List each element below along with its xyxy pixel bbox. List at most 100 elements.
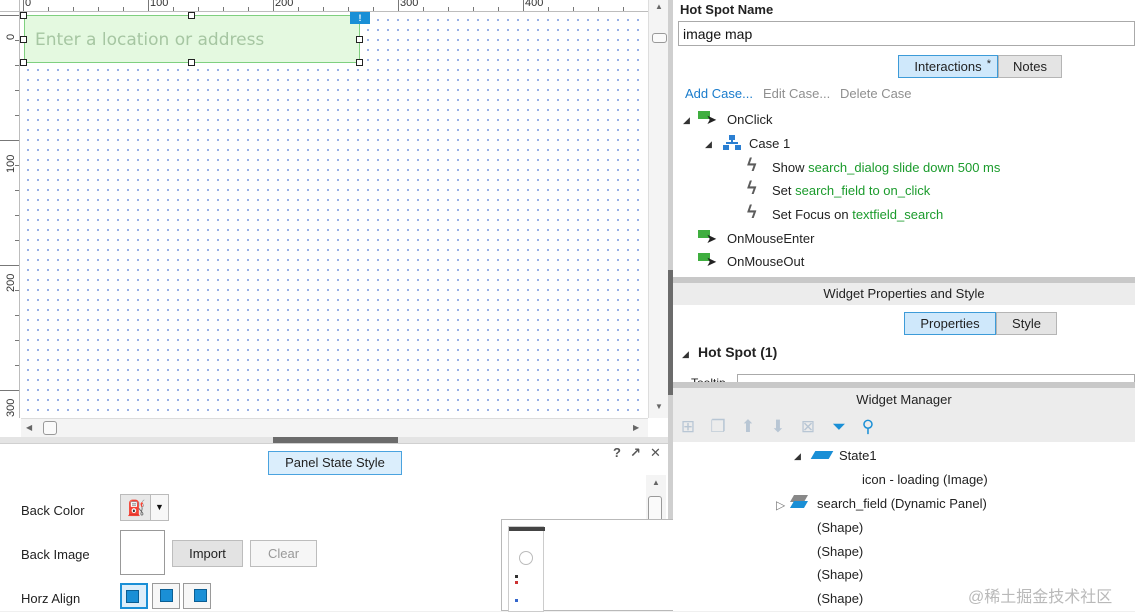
align-left-icon [126,590,139,603]
tab-notes[interactable]: Notes [998,55,1062,78]
event-icon: ➤ [698,228,718,248]
ruler-corner [0,0,20,12]
action-verb: Show [772,160,809,175]
event-onmouseenter[interactable]: OnMouseEnter [727,231,814,246]
watermark: @稀土掘金技术社区 [968,589,1113,606]
align-left-button[interactable] [120,583,148,609]
delete-case-link[interactable]: Delete Case [840,86,912,101]
canvas-grid[interactable] [21,13,647,417]
action-target: search_field to on_click [795,183,931,198]
scroll-thumb[interactable] [43,421,57,435]
action-show[interactable]: Show search_dialog slide down 500 ms [772,160,1000,175]
align-center-button[interactable] [152,583,180,609]
ruler-label: 200 [275,0,294,9]
action-set-text[interactable]: Set search_field to on_click [772,183,930,198]
action-verb: Set [772,183,796,198]
resize-handle[interactable] [356,59,363,66]
case-icon [723,135,741,151]
filter-icon[interactable]: ⏷ [828,416,850,438]
delete-state-icon[interactable]: ⊠ [797,416,819,438]
list-item-shape[interactable]: (Shape) [817,591,863,606]
vertical-ruler: 0 100 200 300 [0,12,20,418]
tab-interactions[interactable]: Interactions * [898,55,998,78]
event-icon: ➤ [698,109,718,129]
back-image-preview[interactable] [120,530,165,575]
canvas-horizontal-scrollbar[interactable]: ◀ ▶ [21,418,648,437]
action-bolt-icon: ϟ [747,202,757,222]
action-target: search_dialog slide down 500 ms [808,160,1001,175]
collapse-triangle-icon[interactable]: ◢ [682,349,689,360]
back-image-label: Back Image [21,547,90,562]
canvas-vertical-scrollbar[interactable]: ▲ ▼ [648,0,668,418]
list-item-shape[interactable]: (Shape) [817,544,863,559]
event-onmouseout[interactable]: OnMouseOut [727,254,804,269]
ruler-label: 0 [25,0,32,9]
chevron-down-icon[interactable]: ▼ [150,495,168,520]
duplicate-icon[interactable]: ❐ [707,416,729,438]
action-set-focus[interactable]: Set Focus on textfield_search [772,207,943,222]
resize-handle[interactable] [188,59,195,66]
back-color-label: Back Color [21,503,85,518]
event-icon: ➤ [698,251,718,271]
tab-label: Interactions [914,59,982,74]
list-item-loading-image[interactable]: icon - loading (Image) [862,472,988,487]
close-icon[interactable]: ✕ [650,445,661,461]
add-case-link[interactable]: Add Case... [685,86,753,101]
page-minimap[interactable] [501,519,674,612]
list-item-search-field[interactable]: search_field (Dynamic Panel) [817,496,987,511]
collapse-triangle-icon[interactable]: ◢ [794,451,801,462]
scroll-thumb[interactable] [652,33,667,43]
action-bolt-icon: ϟ [747,178,757,198]
ruler-label: 400 [525,0,544,9]
edit-case-link[interactable]: Edit Case... [763,86,830,101]
panel-state-style-tab[interactable]: Panel State Style [268,451,402,475]
resize-handle[interactable] [188,12,195,19]
horz-align-label: Horz Align [21,591,81,606]
ruler-label: 300 [400,0,419,9]
move-up-icon[interactable]: ⬆ [737,416,759,438]
ruler-label: 100 [5,154,17,173]
interaction-flag-icon[interactable]: ! [350,12,370,24]
collapse-triangle-icon[interactable]: ◢ [705,139,712,150]
align-right-button[interactable] [183,583,211,609]
tab-properties[interactable]: Properties [904,312,996,335]
tab-style[interactable]: Style [996,312,1057,335]
widget-manager-title: Widget Manager [673,388,1135,412]
back-color-picker[interactable]: ⛽ ▼ [120,494,169,521]
action-target: textfield_search [852,207,944,222]
widget-properties-title: Widget Properties and Style [673,283,1135,305]
modified-marker: * [986,58,991,70]
collapse-triangle-icon[interactable]: ◢ [683,115,690,126]
paint-bucket-icon: ⛽ [127,500,146,517]
event-onclick[interactable]: OnClick [727,112,773,127]
search-icon[interactable]: ⚲ [857,416,879,438]
action-verb: Set Focus on [772,207,853,222]
popout-icon[interactable]: ↗ [630,445,641,461]
hot-spot-name-label: Hot Spot Name [680,2,774,17]
align-right-icon [194,589,207,602]
minimap-page-thumbnail [508,526,545,612]
hotspot-widget[interactable]: Enter a location or address [24,15,360,63]
import-button[interactable]: Import [172,540,243,567]
ruler-label: 100 [150,0,169,9]
resize-handle[interactable] [356,36,363,43]
resize-handle[interactable] [20,36,27,43]
align-center-icon [160,589,173,602]
hot-spot-name-input[interactable] [678,21,1135,46]
clear-button[interactable]: Clear [250,540,317,567]
hot-spot-section-heading[interactable]: Hot Spot (1) [698,344,777,360]
expand-triangle-icon[interactable]: ▷ [776,498,785,512]
list-item-state1[interactable]: State1 [839,448,877,463]
help-icon[interactable]: ? [613,445,621,460]
ruler-label: 300 [5,398,17,417]
action-bolt-icon: ϟ [747,155,757,175]
resize-handle[interactable] [20,59,27,66]
resize-handle[interactable] [20,12,27,19]
list-item-shape[interactable]: (Shape) [817,520,863,535]
list-item-shape[interactable]: (Shape) [817,567,863,582]
move-down-icon[interactable]: ⬇ [767,416,789,438]
add-state-icon[interactable]: ⊞ [677,416,699,438]
widget-placeholder: Enter a location or address [35,30,265,50]
dynamic-panel-icon [789,495,809,509]
case-1[interactable]: Case 1 [749,136,790,151]
